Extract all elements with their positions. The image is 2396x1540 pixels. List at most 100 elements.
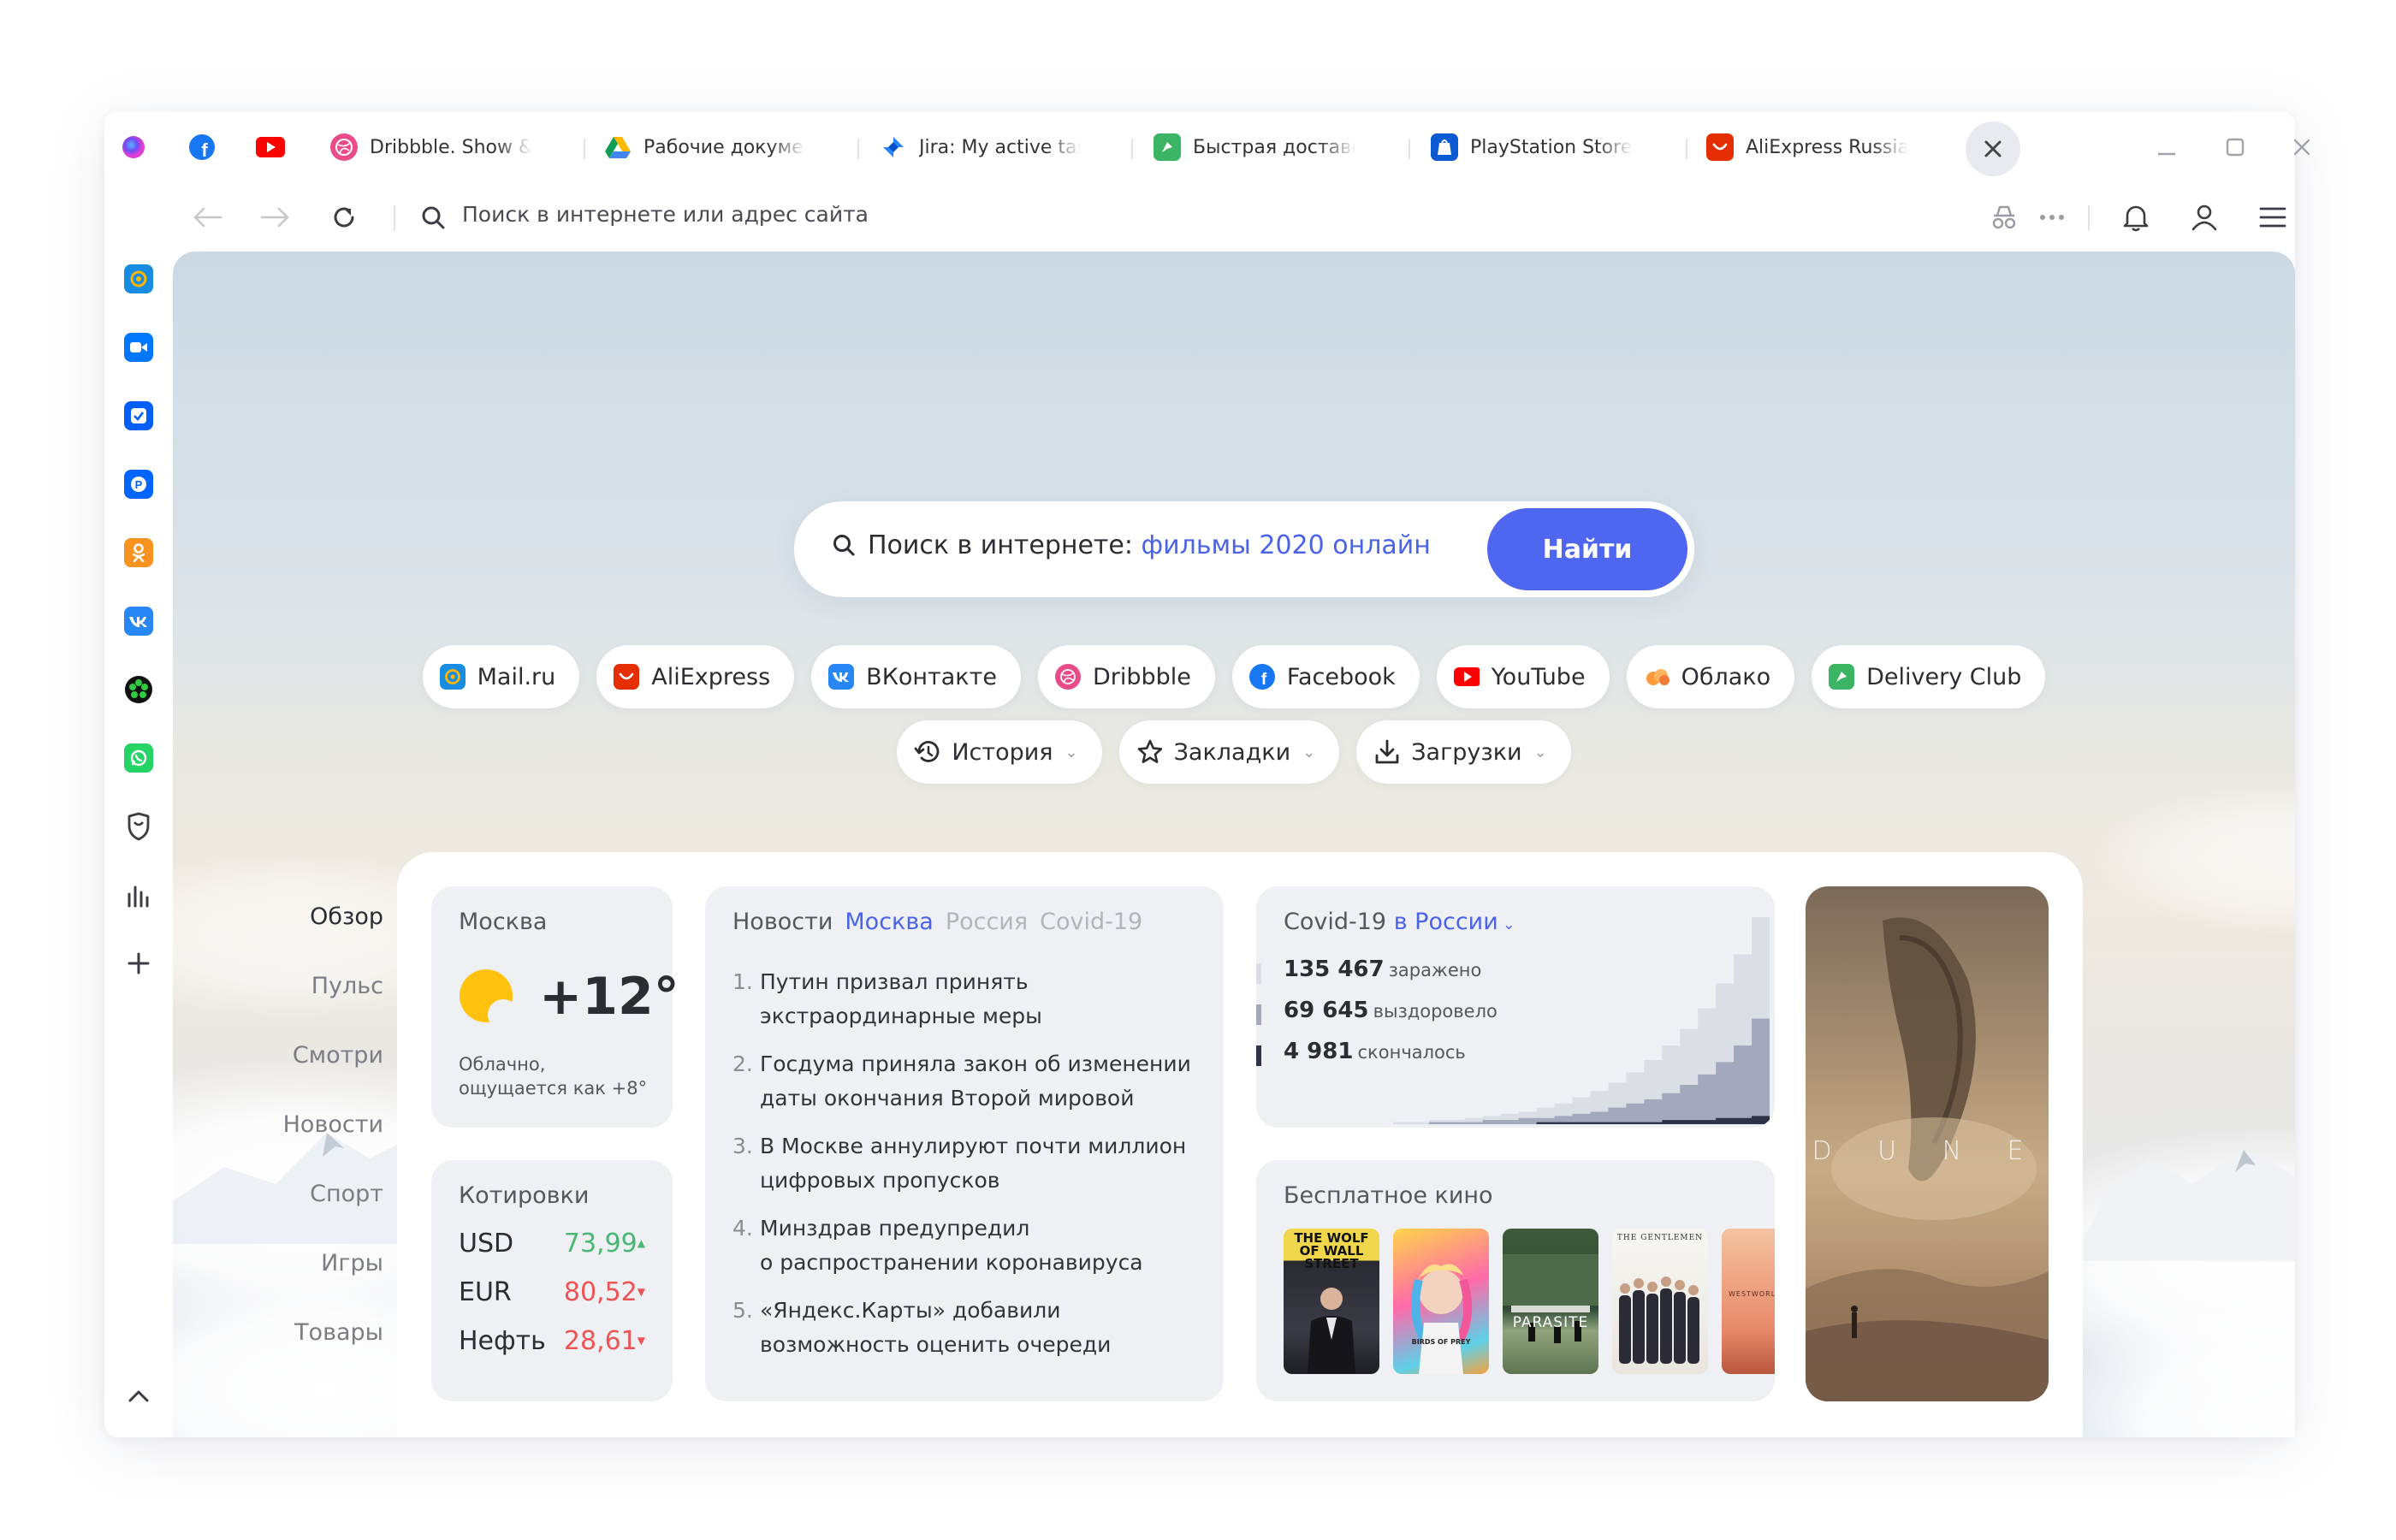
news-tab-moscow[interactable]: Москва — [845, 909, 933, 935]
facebook-icon: f — [1248, 664, 1275, 690]
quick-link-youtube[interactable]: YouTube — [1436, 645, 1610, 708]
close-icon — [2293, 139, 2310, 156]
sidebar-vk-icon[interactable] — [122, 604, 156, 638]
rates-card[interactable]: Котировки USD 73,99▲ EUR 80,52▼ Нефть 28… — [431, 1160, 673, 1401]
news-item[interactable]: 5. «Яндекс.Карты» добавили возможность оце… — [732, 1294, 1212, 1376]
free-movies-card[interactable]: Бесплатное кино THE WOLF OF WALL STREET … — [1256, 1160, 1775, 1401]
sidebar-add-icon[interactable] — [122, 946, 156, 980]
chevron-down-icon: ⌄ — [1533, 743, 1547, 761]
search-box[interactable]: Поиск в интернете: фильмы 2020 онлайн На… — [794, 501, 1694, 597]
menu-button[interactable] — [2256, 200, 2290, 234]
weather-temp: +12° — [539, 967, 679, 1027]
close-tab-button[interactable] — [1966, 121, 2020, 176]
toolbar-divider — [394, 205, 395, 231]
sidebar-icq-icon[interactable] — [122, 672, 156, 707]
news-item[interactable]: 4. Минздрав предупредил о распространении … — [732, 1211, 1212, 1294]
nav-games[interactable]: Игры — [272, 1250, 383, 1319]
news-tab-russia[interactable]: Россия — [946, 909, 1028, 935]
rate-value-down: 80,52▼ — [563, 1277, 645, 1307]
sidebar-whatsapp-icon[interactable] — [122, 741, 156, 775]
nav-overview[interactable]: Обзор — [272, 903, 383, 973]
bookmarks-menu[interactable]: Закладки ⌄ — [1118, 720, 1340, 784]
poster-gentlemen[interactable]: THE GENTLEMEN — [1612, 1229, 1708, 1374]
quick-link-mailru[interactable]: Mail.ru — [422, 645, 580, 708]
search-query[interactable]: фильмы 2020 онлайн — [1142, 530, 1431, 560]
nav-watch[interactable]: Смотри — [272, 1042, 383, 1111]
tab-jira[interactable]: Jira: My active tasks — [880, 125, 1082, 169]
tab-divider — [1686, 139, 1687, 159]
news-line: даты окончания Второй мировой — [760, 1086, 1135, 1111]
pinned-tab-youtube-icon[interactable] — [255, 132, 286, 163]
maximize-button[interactable] — [2221, 133, 2249, 161]
covid-card[interactable]: Covid-19 в России ⌄ 135 467 заражено 69 … — [1256, 886, 1775, 1128]
poster-wolf[interactable]: THE WOLF OF WALL STREET — [1284, 1229, 1379, 1374]
google-drive-icon — [604, 133, 632, 161]
more-button[interactable] — [2035, 200, 2069, 234]
news-item[interactable]: 1. Путин призвал принять экстраординарные … — [732, 965, 1212, 1047]
news-number: 3. — [732, 1134, 753, 1158]
nav-pulse[interactable]: Пульс — [272, 973, 383, 1042]
quick-link-facebook[interactable]: f Facebook — [1231, 645, 1420, 708]
poster-westworld[interactable]: WESTWORLD — [1722, 1229, 1775, 1374]
sidebar-tasks-icon[interactable] — [122, 399, 156, 433]
reload-button[interactable] — [327, 200, 361, 234]
pinned-tab-facebook-icon[interactable]: f — [187, 132, 217, 163]
close-window-button[interactable] — [2288, 133, 2316, 161]
sidebar-odnoklassniki-icon[interactable] — [122, 536, 156, 570]
poster-parasite[interactable]: PARASITE — [1503, 1229, 1598, 1374]
back-button[interactable] — [190, 200, 224, 234]
quick-link-aliexpress[interactable]: AliExpress — [596, 645, 795, 708]
tab-playstation[interactable]: PlayStation Store — [1431, 125, 1633, 169]
news-number: 4. — [732, 1216, 753, 1241]
menu-label: Загрузки — [1411, 738, 1522, 766]
profile-button[interactable] — [2187, 200, 2221, 234]
news-tab-all[interactable]: Новости — [732, 909, 833, 935]
tab-divider — [584, 139, 585, 159]
tab-dribbble[interactable]: Dribbble. Show & tell for designers — [330, 125, 532, 169]
chevron-down-icon: ⌄ — [1065, 743, 1078, 761]
incognito-button[interactable] — [1987, 200, 2021, 234]
notifications-button[interactable] — [2119, 200, 2153, 234]
address-bar[interactable]: Поиск в интернете или адрес сайта — [462, 202, 869, 227]
browser-logo-icon[interactable] — [118, 132, 149, 163]
history-menu[interactable]: История ⌄ — [897, 720, 1102, 784]
news-item[interactable]: 2. Госдума приняла закон об изменении даты… — [732, 1047, 1212, 1129]
jira-icon — [880, 133, 907, 161]
news-item[interactable]: 3. В Москве аннулируют почти миллион цифро… — [732, 1129, 1212, 1211]
sidebar-video-call-icon[interactable] — [122, 330, 156, 364]
tab-aliexpress[interactable]: AliExpress Russia — [1706, 125, 1908, 169]
aliexpress-icon — [1706, 133, 1734, 161]
cloudy-moon-icon — [460, 969, 519, 1030]
weather-card[interactable]: Москва +12° Облачно, ощущается как +8° — [431, 886, 679, 1128]
poster-birds-of-prey[interactable]: BIRDS OF PREY — [1393, 1229, 1489, 1374]
tab-delivery[interactable]: Быстрая доставка — [1154, 125, 1355, 169]
sidebar-collapse-icon[interactable] — [122, 1379, 156, 1413]
sidebar-shield-icon[interactable] — [122, 809, 156, 844]
news-tab-covid[interactable]: Covid-19 — [1040, 909, 1142, 935]
nav-goods[interactable]: Товары — [272, 1319, 383, 1389]
arrow-down-icon: ▼ — [637, 1286, 645, 1298]
sidebar-mail-icon[interactable] — [122, 262, 156, 296]
quick-link-dribbble[interactable]: Dribbble — [1037, 645, 1215, 708]
tab-google-drive[interactable]: Рабочие документы — [604, 125, 806, 169]
poster-title: THE WOLF OF WALL STREET — [1294, 1230, 1369, 1271]
delivery-club-icon — [1829, 664, 1855, 690]
quick-link-vkontakte[interactable]: ВКонтакте — [811, 645, 1021, 708]
delivery-club-icon — [1154, 133, 1181, 161]
forward-button[interactable] — [258, 200, 293, 234]
minimize-button[interactable] — [2153, 133, 2180, 161]
sidebar-pay-icon[interactable]: P — [122, 467, 156, 501]
quick-links: Mail.ru AliExpress ВКонтакте Dribbble f F… — [173, 645, 2295, 708]
news-line: возможность оценить очереди — [760, 1332, 1112, 1357]
promo-dune[interactable]: D U N E — [1806, 886, 2049, 1401]
nav-news[interactable]: Новости — [272, 1111, 383, 1181]
find-button[interactable]: Найти — [1487, 508, 1687, 590]
quick-link-delivery-club[interactable]: Delivery Club — [1812, 645, 2046, 708]
downloads-menu[interactable]: Загрузки ⌄ — [1356, 720, 1571, 784]
sidebar-stats-icon[interactable] — [122, 878, 156, 912]
content-nav: Обзор Пульс Смотри Новости Спорт Игры То… — [272, 903, 383, 1389]
nav-sport[interactable]: Спорт — [272, 1181, 383, 1250]
covid-region-dropdown[interactable]: в России ⌄ — [1394, 909, 1515, 935]
poster-title: WESTWORLD — [1729, 1290, 1775, 1298]
quick-link-cloud[interactable]: Облако — [1626, 645, 1795, 708]
